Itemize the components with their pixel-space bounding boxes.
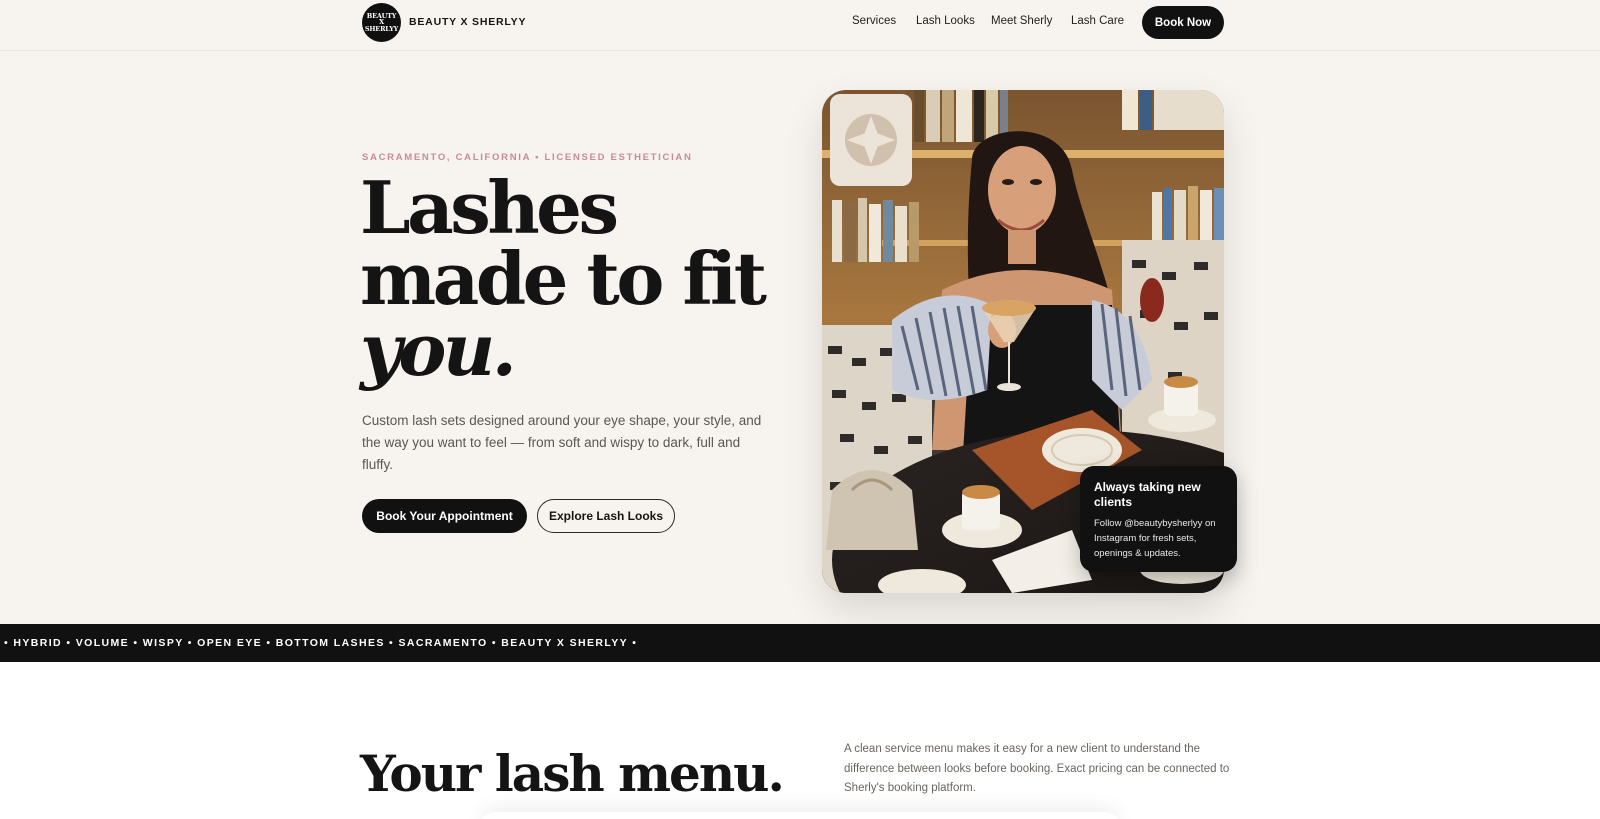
brand-logo[interactable]: BEAUTY X SHERLYY xyxy=(362,3,401,42)
hero-headline: Lashes made to fit you. xyxy=(360,165,767,392)
headline-line-3: you. xyxy=(360,307,517,392)
lash-menu-section xyxy=(0,662,1600,819)
hero-eyebrow: SACRAMENTO, CALIFORNIA • LICENSED ESTHET… xyxy=(362,152,693,163)
marquee-text: • HYBRID • VOLUME • WISPY • OPEN EYE • B… xyxy=(4,637,638,649)
lash-menu-description: A clean service menu makes it easy for a… xyxy=(844,743,1230,794)
headline-line-2: made to fit xyxy=(360,236,767,321)
menu-card-edge xyxy=(480,812,1120,819)
logo-line-3: SHERLYY xyxy=(364,24,399,33)
book-now-button[interactable]: Book Now xyxy=(1142,6,1224,39)
badge-title: Always taking new clients xyxy=(1094,480,1201,509)
explore-lash-looks-button[interactable]: Explore Lash Looks xyxy=(537,499,675,533)
nav-link-lash-looks[interactable]: Lash Looks xyxy=(916,15,975,27)
lash-menu-title: Your lash menu. xyxy=(360,744,785,803)
nav-link-meet-sherly[interactable]: Meet Sherly xyxy=(991,15,1052,27)
headline-line-1: Lashes xyxy=(360,165,619,250)
book-appointment-button[interactable]: Book Your Appointment xyxy=(362,499,527,533)
nav-link-lash-care[interactable]: Lash Care xyxy=(1071,15,1124,27)
top-nav: BEAUTY X SHERLYY BEAUTY X SHERLYY Servic… xyxy=(0,0,1600,51)
service-marquee: • HYBRID • VOLUME • WISPY • OPEN EYE • B… xyxy=(0,624,1600,662)
hero-subtext: Custom lash sets designed around your ey… xyxy=(362,413,762,472)
new-clients-badge: Always taking new clients Follow @beauty… xyxy=(1080,466,1237,572)
badge-body: Follow @beautybysherlyy on Instagram for… xyxy=(1094,518,1216,559)
brand-name[interactable]: BEAUTY X SHERLYY xyxy=(409,16,526,28)
nav-link-services[interactable]: Services xyxy=(852,15,896,27)
